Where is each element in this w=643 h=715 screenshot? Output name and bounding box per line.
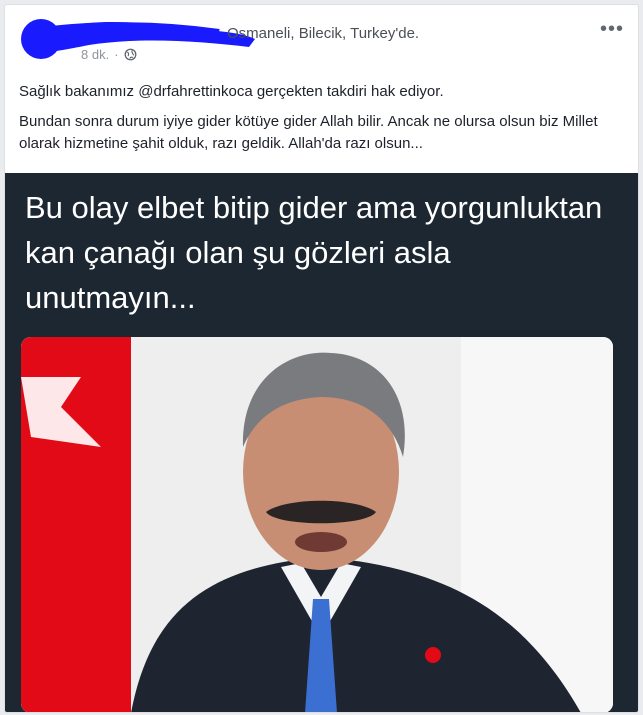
redaction-scribble — [23, 22, 255, 53]
image-caption: Bu olay elbet bitip gider ama yorgunlukt… — [25, 190, 603, 315]
post-header: Osmaneli, Bilecik, Turkey'de. 8 dk. · ••… — [5, 5, 638, 75]
post-paragraph-1: Sağlık bakanımız @drfahrettinkoca gerçek… — [19, 83, 444, 100]
more-options-icon[interactable]: ••• — [600, 19, 624, 39]
globe-icon[interactable] — [124, 48, 137, 61]
post-time[interactable]: 8 dk. — [81, 47, 109, 62]
post-card: Osmaneli, Bilecik, Turkey'de. 8 dk. · ••… — [4, 4, 639, 713]
post-paragraph-2: Bundan sonra durum iyiye gider kötüye gi… — [19, 113, 598, 152]
location-text[interactable]: Osmaneli, Bilecik, Turkey'de. — [227, 25, 419, 42]
post-meta: 8 dk. · — [81, 47, 137, 62]
portrait-illustration — [21, 337, 613, 712]
post-body: Sağlık bakanımız @drfahrettinkoca gerçek… — [19, 81, 629, 163]
post-image[interactable]: Bu olay elbet bitip gider ama yorgunlukt… — [5, 173, 638, 712]
minister-photo — [21, 337, 613, 712]
